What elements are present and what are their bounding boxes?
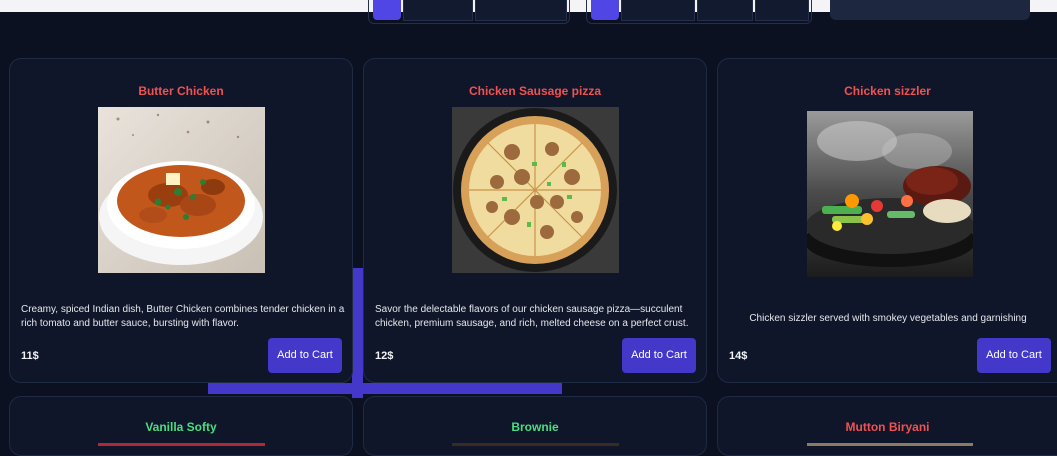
filter-segment[interactable] (621, 0, 695, 21)
product-card: Chicken sizzler Chicken sizzler served w… (717, 58, 1057, 383)
product-title: Chicken Sausage pizza (468, 84, 602, 98)
product-price: 14$ (729, 350, 748, 362)
filter-active-segment[interactable] (591, 0, 619, 20)
search-input[interactable] (830, 0, 1030, 20)
product-title: Vanilla Softy (145, 420, 217, 434)
product-card: Butter Chicken Creamy, spiced Indian dis… (9, 58, 353, 383)
add-to-cart-button[interactable]: Add to Cart (268, 338, 342, 373)
add-to-cart-button[interactable]: Add to Cart (977, 338, 1051, 373)
product-card: Mutton Biryani (717, 396, 1057, 456)
sizzler-plate-image (807, 111, 973, 277)
type-filter-group (586, 0, 812, 24)
filter-segment[interactable] (475, 0, 567, 21)
product-title: Mutton Biryani (845, 420, 930, 434)
category-filter-group (368, 0, 570, 24)
curry-bowl-image (98, 107, 265, 273)
product-price: 12$ (375, 350, 394, 362)
filter-segment[interactable] (755, 0, 809, 21)
product-card: Chicken Sausage pizza Savor the delectab… (363, 58, 707, 383)
add-to-cart-button[interactable]: Add to Cart (622, 338, 696, 373)
filter-segment[interactable] (403, 0, 473, 21)
decorative-accent-bar (352, 268, 363, 398)
product-title: Chicken sizzler (844, 84, 931, 98)
product-description: Creamy, spiced Indian dish, Butter Chick… (21, 304, 345, 329)
decorative-accent-bar (208, 383, 562, 394)
product-description: Savor the delectable flavors of our chic… (375, 304, 689, 329)
pizza-image (452, 107, 619, 273)
product-price: 11$ (21, 350, 39, 362)
product-card: Vanilla Softy (9, 396, 353, 456)
product-title: Butter Chicken (138, 84, 224, 98)
filter-active-segment[interactable] (373, 0, 401, 20)
product-title: Brownie (511, 420, 559, 434)
product-card: Brownie (363, 396, 707, 456)
filter-segment[interactable] (697, 0, 753, 21)
product-description: Chicken sizzler served with smokey veget… (749, 313, 1027, 324)
